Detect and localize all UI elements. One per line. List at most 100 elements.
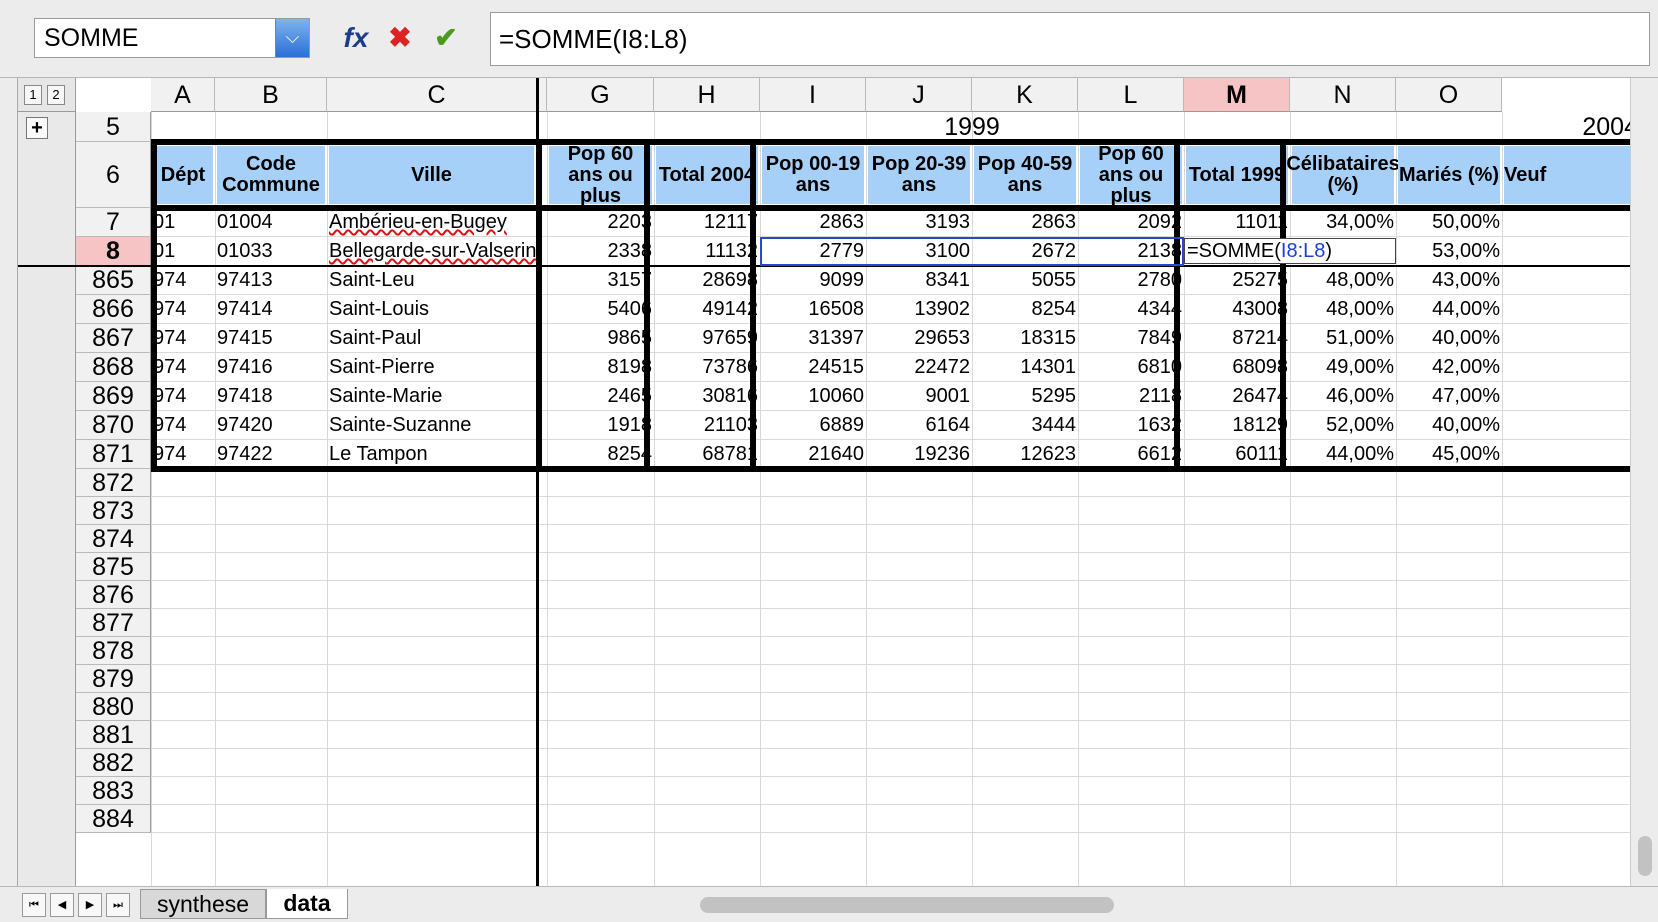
first-sheet-icon[interactable]: ⏮ xyxy=(22,893,46,917)
table-cell[interactable]: 3157 xyxy=(547,266,654,295)
row-header[interactable]: 868 xyxy=(76,353,151,382)
table-cell[interactable]: 974 xyxy=(151,440,215,469)
accept-icon[interactable]: ✔ xyxy=(428,20,464,56)
table-cell[interactable]: 97418 xyxy=(215,382,327,411)
row-header[interactable]: 881 xyxy=(76,721,151,749)
tab-data[interactable]: data xyxy=(266,889,348,919)
table-cell[interactable]: 97415 xyxy=(215,324,327,353)
vertical-scroll-thumb[interactable] xyxy=(1638,836,1652,876)
vertical-scrollbar[interactable] xyxy=(1630,78,1658,886)
table-cell[interactable]: Bellegarde-sur-Valserine xyxy=(327,237,536,266)
spreadsheet-grid[interactable]: 1 2 + A B C G H I J K L M N O 5 6 7 8 865 866 867 868 869 870… xyxy=(17,78,1641,886)
table-cell[interactable]: 3193 xyxy=(866,208,972,237)
tab-synthese[interactable]: synthese xyxy=(140,889,266,919)
table-cell[interactable]: Sainte-Marie xyxy=(327,382,536,411)
table-cell[interactable]: 9001 xyxy=(866,382,972,411)
function-wizard-icon[interactable]: fx xyxy=(338,20,374,56)
table-cell[interactable]: 24515 xyxy=(760,353,866,382)
table-cell[interactable]: 2780 xyxy=(1078,266,1184,295)
table-cell[interactable]: 73786 xyxy=(654,353,760,382)
table-cell[interactable]: 974 xyxy=(151,295,215,324)
column-header-j[interactable]: J xyxy=(866,78,972,112)
row-header[interactable]: 875 xyxy=(76,553,151,581)
row-header[interactable]: 882 xyxy=(76,749,151,777)
table-cell[interactable]: 01 xyxy=(151,208,215,237)
row-header[interactable]: 883 xyxy=(76,777,151,805)
table-cell[interactable]: 2863 xyxy=(760,208,866,237)
table-cell[interactable]: 14301 xyxy=(972,353,1078,382)
row-header[interactable]: 878 xyxy=(76,637,151,665)
row-header[interactable]: 874 xyxy=(76,525,151,553)
column-header-g[interactable]: G xyxy=(547,78,654,112)
row-header[interactable]: 865 xyxy=(76,266,151,295)
table-cell[interactable]: 11132 xyxy=(654,237,760,266)
table-cell[interactable]: 01004 xyxy=(215,208,327,237)
column-header-m[interactable]: M xyxy=(1184,78,1290,112)
column-header-h[interactable]: H xyxy=(654,78,760,112)
table-cell[interactable]: 01033 xyxy=(215,237,327,266)
table-cell[interactable]: 19236 xyxy=(866,440,972,469)
table-cell[interactable]: 11011 xyxy=(1184,208,1290,237)
table-cell[interactable]: 9865 xyxy=(547,324,654,353)
row-header[interactable]: 876 xyxy=(76,581,151,609)
expand-group-button[interactable]: + xyxy=(26,117,48,139)
row-header[interactable]: 879 xyxy=(76,665,151,693)
table-cell[interactable]: 21103 xyxy=(654,411,760,440)
row-header[interactable]: 866 xyxy=(76,295,151,324)
column-header-o[interactable]: O xyxy=(1396,78,1502,112)
table-cell[interactable]: 48,00% xyxy=(1290,295,1396,324)
table-cell[interactable]: 974 xyxy=(151,353,215,382)
table-cell[interactable]: 5055 xyxy=(972,266,1078,295)
table-cell[interactable]: 5406 xyxy=(547,295,654,324)
table-cell[interactable]: 50,00% xyxy=(1396,208,1502,237)
table-cell[interactable]: 12117 xyxy=(654,208,760,237)
column-header-k[interactable]: K xyxy=(972,78,1078,112)
row-header[interactable]: 880 xyxy=(76,693,151,721)
table-cell[interactable]: 6810 xyxy=(1078,353,1184,382)
row-header[interactable]: 6 xyxy=(76,142,151,208)
table-cell[interactable]: Ambérieu-en-Bugey xyxy=(327,208,536,237)
table-cell[interactable]: Saint-Pierre xyxy=(327,353,536,382)
formula-input[interactable]: =SOMME(I8:L8) xyxy=(490,12,1650,66)
column-header-n[interactable]: N xyxy=(1290,78,1396,112)
table-cell[interactable]: 43008 xyxy=(1184,295,1290,324)
row-header[interactable]: 870 xyxy=(76,411,151,440)
column-header-i[interactable]: I xyxy=(760,78,866,112)
table-cell[interactable]: 48,00% xyxy=(1290,266,1396,295)
table-cell[interactable]: 68781 xyxy=(654,440,760,469)
table-cell[interactable]: 2118 xyxy=(1078,382,1184,411)
name-box[interactable]: SOMME ⌵ xyxy=(34,18,310,58)
table-cell[interactable]: 1632 xyxy=(1078,411,1184,440)
table-cell[interactable]: 1918 xyxy=(547,411,654,440)
column-header-b[interactable]: B xyxy=(215,78,327,112)
row-header[interactable]: 8 xyxy=(76,237,151,266)
table-cell[interactable]: 87214 xyxy=(1184,324,1290,353)
table-cell[interactable]: 18129 xyxy=(1184,411,1290,440)
table-cell[interactable]: 8198 xyxy=(547,353,654,382)
row-header[interactable]: 871 xyxy=(76,440,151,469)
select-all-corner[interactable]: 1 2 xyxy=(18,78,76,112)
column-header-a[interactable]: A xyxy=(151,78,215,112)
row-header[interactable]: 5 xyxy=(76,112,151,142)
table-cell[interactable]: 01 xyxy=(151,237,215,266)
table-cell[interactable]: 8254 xyxy=(972,295,1078,324)
table-cell[interactable]: 21640 xyxy=(760,440,866,469)
table-cell[interactable]: 18315 xyxy=(972,324,1078,353)
table-cell[interactable]: 974 xyxy=(151,411,215,440)
table-cell[interactable]: Saint-Leu xyxy=(327,266,536,295)
cancel-icon[interactable]: ✖ xyxy=(382,20,418,56)
row-header[interactable]: 877 xyxy=(76,609,151,637)
table-cell[interactable]: 2863 xyxy=(972,208,1078,237)
table-cell[interactable]: 6889 xyxy=(760,411,866,440)
table-cell[interactable]: 12623 xyxy=(972,440,1078,469)
table-cell[interactable]: Sainte-Suzanne xyxy=(327,411,536,440)
table-cell[interactable]: 974 xyxy=(151,324,215,353)
table-cell[interactable]: 7849 xyxy=(1078,324,1184,353)
table-cell[interactable]: 25275 xyxy=(1184,266,1290,295)
prev-sheet-icon[interactable]: ◀ xyxy=(50,893,74,917)
table-cell[interactable]: 29653 xyxy=(866,324,972,353)
table-cell[interactable]: 97422 xyxy=(215,440,327,469)
table-cell[interactable]: 68098 xyxy=(1184,353,1290,382)
table-cell[interactable]: 974 xyxy=(151,266,215,295)
table-cell[interactable]: 10060 xyxy=(760,382,866,411)
